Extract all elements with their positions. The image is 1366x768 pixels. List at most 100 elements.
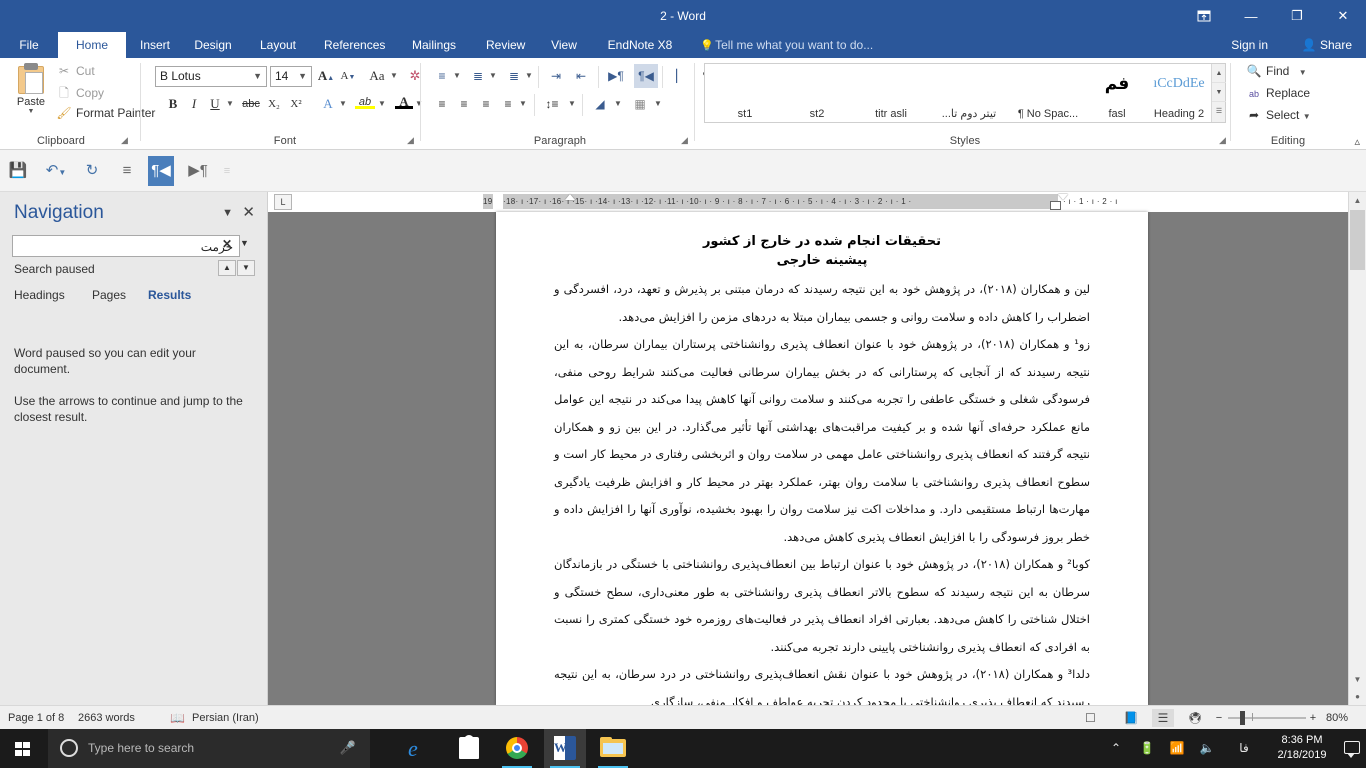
- strikethrough-button[interactable]: abc: [240, 94, 262, 114]
- shrink-font-button[interactable]: A▼: [338, 66, 358, 86]
- select-button[interactable]: ➦Select ▼: [1246, 108, 1311, 122]
- clipboard-dialog-launcher[interactable]: ◢: [119, 135, 130, 146]
- paragraph-dialog-launcher[interactable]: ◢: [679, 135, 690, 146]
- style-item-titr-asli[interactable]: titr asli: [853, 64, 929, 122]
- sort-button[interactable]: ⎢: [668, 66, 688, 86]
- macro-record-icon[interactable]: ☐: [1085, 706, 1096, 730]
- ltr-text-direction-button[interactable]: ▶¶: [606, 66, 626, 86]
- tab-mailings[interactable]: Mailings: [400, 32, 468, 58]
- align-right-button[interactable]: ≡: [476, 94, 496, 114]
- styles-dialog-launcher[interactable]: ◢: [1217, 135, 1228, 146]
- font-color-button[interactable]: A: [394, 92, 414, 112]
- search-options-chevron-icon[interactable]: ▼: [240, 238, 249, 248]
- scroll-page-icon[interactable]: ●: [1349, 688, 1366, 705]
- restore-button[interactable]: ❐: [1274, 0, 1320, 32]
- clock[interactable]: 8:36 PM 2/18/2019: [1270, 733, 1334, 763]
- hanging-indent-marker[interactable]: [1058, 194, 1068, 200]
- close-button[interactable]: ✕: [1320, 0, 1366, 32]
- multilevel-list-button[interactable]: ≣: [504, 66, 524, 86]
- bullets-caret-icon[interactable]: ▼: [453, 66, 461, 86]
- language-indicator[interactable]: Persian (Iran): [192, 706, 259, 730]
- tab-insert[interactable]: Insert: [130, 32, 174, 58]
- styles-more-icon[interactable]: ☰: [1212, 102, 1226, 121]
- subscript-button[interactable]: X₂: [264, 94, 284, 114]
- vertical-scrollbar[interactable]: ▲ ▼ ●: [1348, 192, 1366, 705]
- justify-icon[interactable]: ≡: [116, 160, 138, 182]
- redo-icon[interactable]: ↻: [82, 160, 102, 182]
- undo-icon[interactable]: ↶▼: [44, 160, 68, 182]
- decrease-indent-button[interactable]: ⇥: [546, 66, 566, 86]
- style-item-titr-dovom[interactable]: تیتر دوم تا...: [929, 64, 1009, 122]
- tab-home[interactable]: Home: [58, 32, 126, 58]
- left-indent-marker[interactable]: [1050, 201, 1061, 210]
- clear-search-icon[interactable]: ✕: [222, 237, 232, 251]
- styles-scroll-up-icon[interactable]: ▲: [1212, 64, 1226, 83]
- start-button[interactable]: [0, 729, 48, 768]
- word-icon[interactable]: W: [544, 729, 586, 768]
- tell-me-box[interactable]: 💡 Tell me what you want to do...: [700, 32, 873, 58]
- borders-caret-icon[interactable]: ▼: [654, 94, 662, 114]
- underline-caret-icon[interactable]: ▼: [226, 94, 234, 114]
- replace-button[interactable]: abReplace: [1246, 86, 1310, 100]
- show-hidden-icons-chevron-icon[interactable]: ⌃: [1106, 729, 1126, 768]
- language-indicator-icon[interactable]: فا: [1232, 729, 1256, 768]
- style-item-heading-2[interactable]: ıCcDdEe Heading 2: [1147, 64, 1211, 122]
- web-layout-icon[interactable]: 🖲: [1184, 709, 1206, 727]
- tab-references[interactable]: References: [314, 32, 394, 58]
- tab-file[interactable]: File: [8, 32, 50, 58]
- styles-scroll-down-icon[interactable]: ▼: [1212, 83, 1226, 102]
- save-icon[interactable]: 💾: [8, 160, 28, 182]
- numbering-button[interactable]: ≣: [468, 66, 488, 86]
- tab-endnote-x8[interactable]: EndNote X8: [594, 32, 686, 58]
- align-left-button[interactable]: ≡: [432, 94, 452, 114]
- ribbon-display-options-icon[interactable]: [1180, 0, 1228, 32]
- page-indicator[interactable]: Page 1 of 8: [8, 706, 64, 730]
- borders-button[interactable]: ▦: [630, 94, 650, 114]
- find-button[interactable]: 🔍Find ▼: [1246, 64, 1307, 78]
- tab-view[interactable]: View: [540, 32, 588, 58]
- copy-button[interactable]: 🗋Copy: [56, 84, 104, 105]
- bullets-button[interactable]: ≡: [432, 66, 452, 86]
- multilevel-caret-icon[interactable]: ▼: [525, 66, 533, 86]
- style-item-st1[interactable]: st1: [709, 64, 781, 122]
- tab-design[interactable]: Design: [184, 32, 242, 58]
- font-dialog-launcher[interactable]: ◢: [405, 135, 416, 146]
- qat-more-icon[interactable]: ≡: [218, 160, 236, 182]
- proofing-errors-icon[interactable]: 📖: [170, 706, 185, 730]
- horizontal-ruler[interactable]: L 19· ı ·18· ı ·17· ı ·16· ı ·15· ı ·14·…: [268, 192, 1348, 212]
- font-name-combobox[interactable]: B Lotus ▼: [155, 66, 267, 87]
- word-count[interactable]: 2663 words: [78, 706, 135, 730]
- highlight-button[interactable]: ab: [354, 92, 376, 112]
- justify-button[interactable]: ≡: [498, 94, 518, 114]
- volume-icon[interactable]: 🔈: [1196, 729, 1218, 768]
- grow-font-button[interactable]: A▲: [316, 66, 336, 86]
- numbering-caret-icon[interactable]: ▼: [489, 66, 497, 86]
- italic-button[interactable]: I: [185, 94, 203, 114]
- document-page[interactable]: تحقیقات انجام شده در خارج از کشور پیشینه…: [496, 212, 1148, 705]
- clear-formatting-button[interactable]: ✲: [405, 66, 425, 86]
- battery-icon[interactable]: 🔋: [1136, 729, 1158, 768]
- zoom-out-button[interactable]: −: [1212, 706, 1226, 730]
- tab-layout[interactable]: Layout: [248, 32, 308, 58]
- action-center-icon[interactable]: [1344, 741, 1360, 754]
- next-result-button[interactable]: ▼: [237, 260, 255, 276]
- scroll-up-icon[interactable]: ▲: [1349, 192, 1366, 209]
- shading-caret-icon[interactable]: ▼: [614, 94, 622, 114]
- tab-review[interactable]: Review: [476, 32, 532, 58]
- tab-headings[interactable]: Headings: [14, 288, 65, 302]
- superscript-button[interactable]: X²: [286, 94, 306, 114]
- chrome-icon[interactable]: [496, 729, 538, 768]
- tab-stop-selector[interactable]: L: [274, 194, 292, 210]
- collapse-ribbon-icon[interactable]: ▵: [1354, 135, 1360, 148]
- file-explorer-icon[interactable]: [592, 729, 634, 768]
- style-item-fasl[interactable]: فم fasl: [1087, 64, 1147, 122]
- scroll-down-icon[interactable]: ▼: [1349, 671, 1366, 688]
- justify-caret-icon[interactable]: ▼: [519, 94, 527, 114]
- print-layout-icon[interactable]: ☰: [1152, 709, 1174, 727]
- navigation-menu-icon[interactable]: ▼: [222, 207, 233, 219]
- ltr-icon[interactable]: ▶¶: [186, 160, 210, 182]
- paste-button[interactable]: Paste ▼: [8, 62, 54, 128]
- wifi-icon[interactable]: 📶: [1166, 729, 1188, 768]
- rtl-text-direction-button[interactable]: ¶◀: [634, 64, 658, 88]
- change-case-button[interactable]: Aa: [364, 66, 390, 86]
